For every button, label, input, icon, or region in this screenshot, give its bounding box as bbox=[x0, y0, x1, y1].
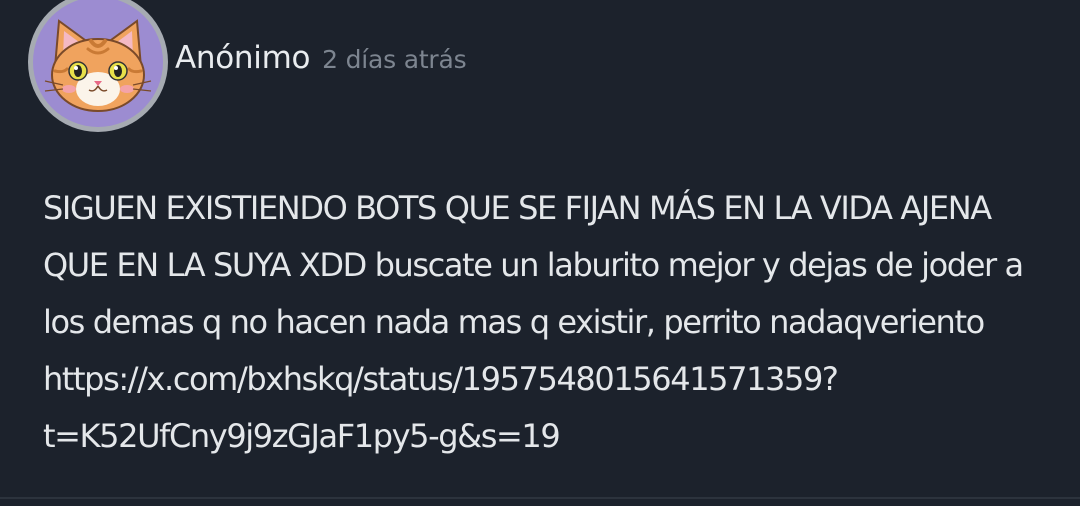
post-body-line: SIGUEN EXISTIENDO BOTS QUE SE FIJAN MÁS … bbox=[43, 189, 992, 227]
post-body-line: los demas q no hacen nada mas q existir,… bbox=[43, 303, 985, 341]
comment-post: Anónimo 2 días atrás SIGUEN EXISTIENDO B… bbox=[0, 0, 1080, 506]
post-body: SIGUEN EXISTIENDO BOTS QUE SE FIJAN MÁS … bbox=[43, 180, 1043, 465]
avatar-circle bbox=[33, 0, 163, 127]
cat-face-icon bbox=[44, 19, 152, 112]
post-timestamp: 2 días atrás bbox=[322, 45, 467, 74]
post-link-line[interactable]: https://x.com/bxhskq/status/195754801564… bbox=[43, 351, 1043, 408]
post-header: Anónimo 2 días atrás bbox=[175, 40, 467, 82]
divider bbox=[0, 497, 1080, 499]
author-name[interactable]: Anónimo bbox=[175, 40, 310, 76]
post-body-line: QUE EN LA SUYA XDD buscate un laburito m… bbox=[43, 246, 1024, 284]
post-link-line[interactable]: t=K52UfCny9j9zGJaF1py5-g&s=19 bbox=[43, 408, 1043, 465]
avatar[interactable] bbox=[28, 0, 168, 132]
